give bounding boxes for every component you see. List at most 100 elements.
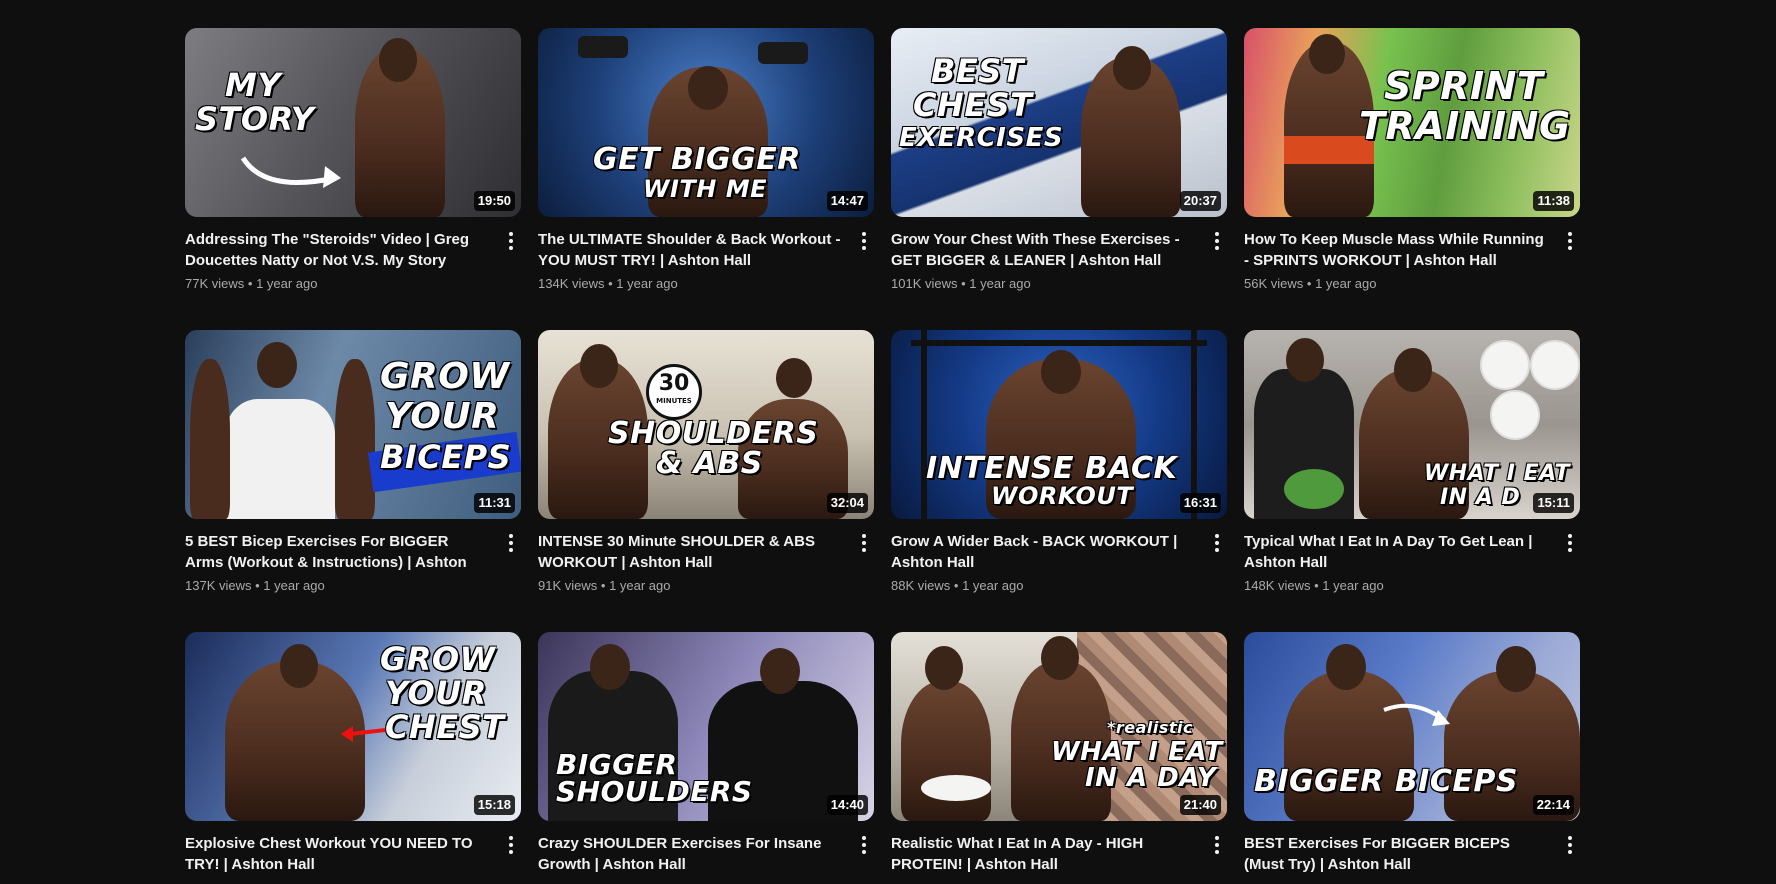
duration-badge: 14:40 — [826, 795, 868, 815]
upload-age: 1 year ago — [1322, 578, 1384, 593]
thumbnail-image: SPRINT TRAINING — [1244, 28, 1580, 217]
video-card[interactable]: *realistic WHAT I EAT IN A DAY 21:40 Rea… — [891, 632, 1227, 879]
separator: • — [953, 578, 959, 593]
video-thumbnail[interactable]: SPRINT TRAINING 11:38 — [1244, 28, 1580, 217]
thumb-text-2: TRAINING — [1359, 104, 1571, 148]
thumbnail-image: WHAT I EAT IN A D — [1244, 330, 1580, 519]
thumb-text-1: GROW — [380, 356, 510, 397]
thumb-text-1: *realistic — [1107, 718, 1194, 737]
video-title[interactable]: Explosive Chest Workout YOU NEED TO TRY!… — [185, 833, 489, 875]
badge-unit: MINUTES — [656, 397, 692, 405]
video-card[interactable]: SPRINT TRAINING 11:38 How To Keep Muscle… — [1244, 28, 1580, 293]
upload-age: 1 year ago — [962, 578, 1024, 593]
video-thumbnail[interactable]: BIGGER SHOULDERS 14:40 — [538, 632, 874, 821]
video-card[interactable]: GET BIGGER WITH ME 14:47 The ULTIMATE Sh… — [538, 28, 874, 293]
duration-badge: 21:40 — [1179, 795, 1221, 815]
video-stats: 77K views • 1 year ago — [185, 275, 489, 293]
video-title[interactable]: 5 BEST Bicep Exercises For BIGGER Arms (… — [185, 531, 489, 573]
video-thumbnail[interactable]: BIGGER BICEPS 22:14 — [1244, 632, 1580, 821]
more-vert-icon[interactable] — [1558, 229, 1582, 253]
video-title[interactable]: Crazy SHOULDER Exercises For Insane Grow… — [538, 833, 842, 875]
video-thumbnail[interactable]: 30 MINUTES SHOULDERS & ABS 32:04 — [538, 330, 874, 519]
view-count: 101K views — [891, 276, 958, 291]
video-stats: 91K views • 1 year ago — [538, 577, 842, 595]
view-count: 88K views — [891, 578, 951, 593]
arrow-graphic — [240, 156, 341, 188]
video-thumbnail[interactable]: WHAT I EAT IN A D 15:11 — [1244, 330, 1580, 519]
video-stats: 101K views • 1 year ago — [891, 275, 1195, 293]
more-vert-icon[interactable] — [852, 229, 876, 253]
thumb-text-3: EXERCISES — [899, 123, 1064, 153]
more-vert-icon[interactable] — [1205, 833, 1229, 857]
more-vert-icon[interactable] — [1205, 531, 1229, 555]
video-card[interactable]: BIGGER SHOULDERS 14:40 Crazy SHOULDER Ex… — [538, 632, 874, 879]
upload-age: 1 year ago — [263, 578, 325, 593]
thumb-text-1: SPRINT — [1384, 64, 1544, 108]
separator: • — [1306, 276, 1312, 291]
video-meta: Typical What I Eat In A Day To Get Lean … — [1244, 531, 1580, 595]
thumb-text-2: IN A D — [1440, 485, 1521, 510]
duration-badge: 20:37 — [1179, 191, 1221, 211]
video-card[interactable]: WHAT I EAT IN A D 15:11 Typical What I E… — [1244, 330, 1580, 595]
thumb-text-1: BEST — [931, 52, 1025, 90]
video-card[interactable]: GROW YOUR CHEST 15:18 Explosive Chest Wo… — [185, 632, 521, 879]
video-stats: 56K views • 1 year ago — [1244, 275, 1548, 293]
duration-badge: 32:04 — [826, 493, 868, 513]
video-card[interactable]: 30 MINUTES SHOULDERS & ABS 32:04 INTENSE… — [538, 330, 874, 595]
thumb-text-2: YOUR — [385, 396, 500, 437]
video-thumbnail[interactable]: INTENSE BACK WORKOUT 16:31 — [891, 330, 1227, 519]
more-vert-icon[interactable] — [1205, 229, 1229, 253]
upload-age: 1 year ago — [609, 578, 671, 593]
duration-badge: 14:47 — [826, 191, 868, 211]
thumb-text-2: WHAT I EAT — [1051, 737, 1223, 767]
video-title[interactable]: Grow A Wider Back - BACK WORKOUT | Ashto… — [891, 531, 1195, 573]
video-meta: Grow Your Chest With These Exercises - G… — [891, 229, 1227, 293]
video-meta: Crazy SHOULDER Exercises For Insane Grow… — [538, 833, 874, 879]
thumb-text-1: INTENSE BACK — [926, 451, 1178, 486]
thumb-text-2: WITH ME — [643, 175, 767, 203]
video-thumbnail[interactable]: *realistic WHAT I EAT IN A DAY 21:40 — [891, 632, 1227, 821]
video-meta: BEST Exercises For BIGGER BICEPS (Must T… — [1244, 833, 1580, 879]
duration-badge: 11:31 — [474, 493, 515, 513]
video-thumbnail[interactable]: GROW YOUR BICEPS 11:31 — [185, 330, 521, 519]
video-title[interactable]: Grow Your Chest With These Exercises - G… — [891, 229, 1195, 271]
more-vert-icon[interactable] — [852, 833, 876, 857]
thumb-text-3: IN A DAY — [1085, 763, 1217, 793]
view-count: 77K views — [185, 276, 245, 291]
video-card[interactable]: GROW YOUR BICEPS 11:31 5 BEST Bicep Exer… — [185, 330, 521, 595]
video-title[interactable]: Addressing The "Steroids" Video | Greg D… — [185, 229, 489, 271]
video-card[interactable]: INTENSE BACK WORKOUT 16:31 Grow A Wider … — [891, 330, 1227, 595]
video-thumbnail[interactable]: BEST CHEST EXERCISES 20:37 — [891, 28, 1227, 217]
more-vert-icon[interactable] — [852, 531, 876, 555]
thumb-text-1: WHAT I EAT — [1424, 461, 1571, 486]
video-stats: 148K views • 1 year ago — [1244, 577, 1548, 595]
thumbnail-image: BEST CHEST EXERCISES — [891, 28, 1227, 217]
video-title[interactable]: The ULTIMATE Shoulder & Back Workout - Y… — [538, 229, 842, 271]
video-title[interactable]: Typical What I Eat In A Day To Get Lean … — [1244, 531, 1548, 573]
separator: • — [600, 578, 606, 593]
arrow-graphic — [341, 726, 386, 742]
video-card[interactable]: BEST CHEST EXERCISES 20:37 Grow Your Che… — [891, 28, 1227, 293]
thumb-text-2: CHEST — [913, 86, 1033, 124]
thumbnail-image: 30 MINUTES SHOULDERS & ABS — [538, 330, 874, 519]
more-vert-icon[interactable] — [499, 531, 523, 555]
video-title[interactable]: INTENSE 30 Minute SHOULDER & ABS WORKOUT… — [538, 531, 842, 573]
more-vert-icon[interactable] — [1558, 833, 1582, 857]
more-vert-icon[interactable] — [499, 229, 523, 253]
video-title[interactable]: BEST Exercises For BIGGER BICEPS (Must T… — [1244, 833, 1548, 875]
upload-age: 1 year ago — [256, 276, 318, 291]
video-thumbnail[interactable]: GROW YOUR CHEST 15:18 — [185, 632, 521, 821]
video-card[interactable]: MY STORY 19:50 Addressing The "Steroids"… — [185, 28, 521, 293]
more-vert-icon[interactable] — [499, 833, 523, 857]
video-stats: 88K views • 1 year ago — [891, 577, 1195, 595]
thumb-text-3: BICEPS — [380, 438, 512, 476]
duration-badge: 22:14 — [1532, 795, 1574, 815]
video-thumbnail[interactable]: MY STORY 19:50 — [185, 28, 521, 217]
video-title[interactable]: How To Keep Muscle Mass While Running - … — [1244, 229, 1548, 271]
more-vert-icon[interactable] — [1558, 531, 1582, 555]
video-title[interactable]: Realistic What I Eat In A Day - HIGH PRO… — [891, 833, 1195, 875]
view-count: 148K views — [1244, 578, 1311, 593]
video-card[interactable]: BIGGER BICEPS 22:14 BEST Exercises For B… — [1244, 632, 1580, 879]
video-thumbnail[interactable]: GET BIGGER WITH ME 14:47 — [538, 28, 874, 217]
video-meta: 5 BEST Bicep Exercises For BIGGER Arms (… — [185, 531, 521, 595]
